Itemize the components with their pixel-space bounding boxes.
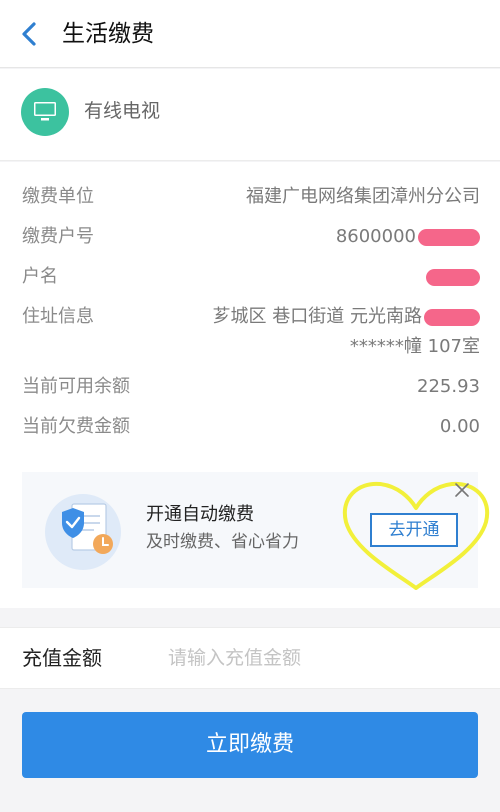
enable-auto-pay-button[interactable]: 去开通 [370,513,458,547]
info-label: 缴费户号 [22,226,94,247]
info-value: 225.93 [417,376,480,397]
info-value-wrap [424,262,480,292]
info-label: 住址信息 [22,306,94,327]
redaction-mark [424,308,480,326]
info-row-arrears: 当前欠费金额 0.00 [22,412,480,442]
top-nav-bar: 生活缴费 [0,0,500,68]
info-label: 当前欠费金额 [22,416,130,437]
auto-pay-promo: 开通自动缴费 及时缴费、省心省力 去开通 [22,472,490,590]
info-row-account-name: 户名 [22,262,480,292]
auto-pay-illustration-icon [45,494,121,570]
service-header: 有线电视 [0,69,500,161]
close-icon[interactable] [452,480,472,500]
tv-icon [21,88,69,136]
service-name: 有线电视 [84,100,161,122]
back-arrow-icon[interactable] [16,18,46,50]
info-row-address: 住址信息 芗城区 巷口街道 元光南路 [22,302,480,332]
pay-now-button[interactable]: 立即缴费 [22,712,478,778]
info-value-wrap: 8600000 [336,222,480,252]
page-title: 生活缴费 [62,21,154,47]
redaction-mark [418,228,480,246]
recharge-amount-label: 充值金额 [22,646,102,670]
recharge-amount-input[interactable] [168,642,468,674]
info-label: 户名 [22,266,58,287]
info-label: 缴费单位 [22,186,94,207]
redaction-mark [426,268,480,286]
info-value: ******幢 107室 [349,336,480,357]
info-row-billing-unit: 缴费单位 福建广电网络集团漳州分公司 [22,182,480,212]
promo-title: 开通自动缴费 [146,504,254,525]
promo-subtitle: 及时缴费、省心省力 [146,532,299,552]
info-row-address-line2: ******幢 107室 [22,332,480,362]
info-value: 芗城区 巷口街道 元光南路 [212,306,422,327]
account-info-panel: 缴费单位 福建广电网络集团漳州分公司 缴费户号 8600000 户名 住址信息 … [0,162,500,608]
info-value: 0.00 [439,416,480,437]
recharge-amount-row: 充值金额 [0,627,500,689]
info-value-wrap: 芗城区 巷口街道 元光南路 [213,302,480,332]
info-row-available-balance: 当前可用余额 225.93 [22,372,480,402]
info-value: 福建广电网络集团漳州分公司 [246,186,480,207]
info-label: 当前可用余额 [22,376,130,397]
info-row-account-number: 缴费户号 8600000 [22,222,480,252]
info-value: 8600000 [335,226,416,247]
